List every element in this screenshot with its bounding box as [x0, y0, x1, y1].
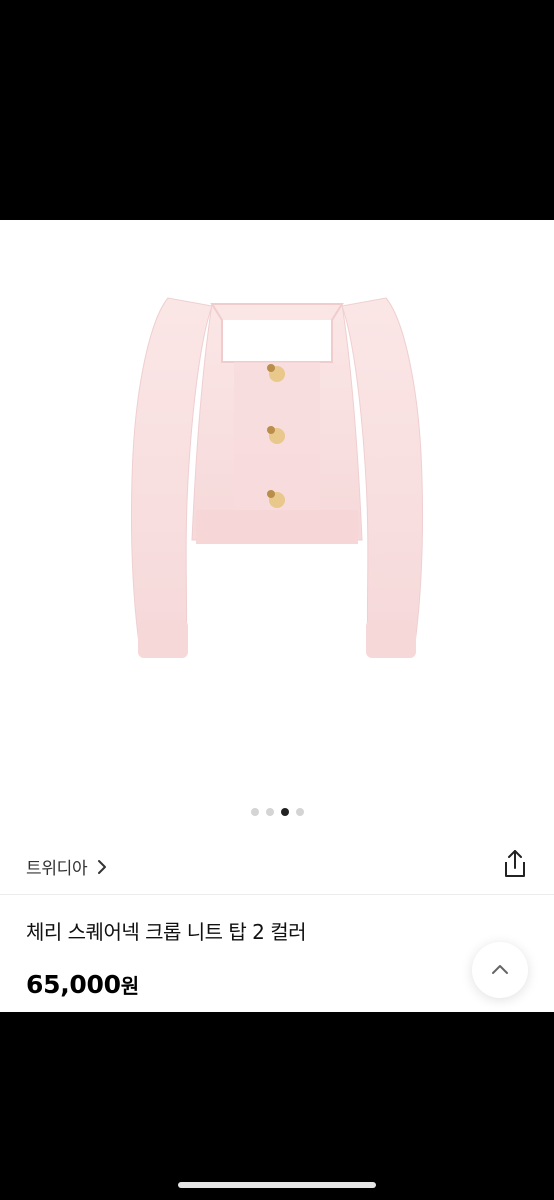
product-image	[130, 297, 424, 658]
carousel-dot-active[interactable]	[280, 808, 289, 816]
share-button[interactable]	[500, 848, 530, 880]
store-link[interactable]: 트위디아	[26, 854, 109, 879]
carousel-dot[interactable]	[250, 808, 259, 816]
store-name: 트위디아	[26, 859, 88, 879]
product-title: 체리 스퀘어넥 크롭 니트 탑 2 컬러	[26, 920, 307, 944]
carousel-pagination	[0, 808, 554, 818]
phone-screen: 트위디아 체리 스퀘어넥 크롭 니트 탑 2 컬러 65,000 원	[0, 0, 554, 1200]
divider	[0, 894, 554, 895]
product-image-carousel[interactable]	[0, 220, 554, 790]
carousel-dot[interactable]	[265, 808, 274, 816]
price-amount: 65,000	[26, 970, 121, 999]
share-icon	[505, 850, 525, 877]
carousel-dot[interactable]	[295, 808, 304, 816]
product-detail-page: 트위디아 체리 스퀘어넥 크롭 니트 탑 2 컬러 65,000 원	[0, 220, 554, 1012]
status-bar-area	[0, 0, 554, 220]
product-price: 65,000 원	[26, 970, 139, 999]
store-row: 트위디아	[0, 840, 554, 892]
price-unit: 원	[120, 974, 140, 998]
chevron-right-icon	[98, 859, 107, 874]
scroll-to-top-button[interactable]	[472, 942, 528, 998]
chevron-up-icon	[492, 965, 508, 974]
home-indicator[interactable]	[178, 1182, 376, 1188]
bottom-safe-area	[0, 1012, 554, 1200]
